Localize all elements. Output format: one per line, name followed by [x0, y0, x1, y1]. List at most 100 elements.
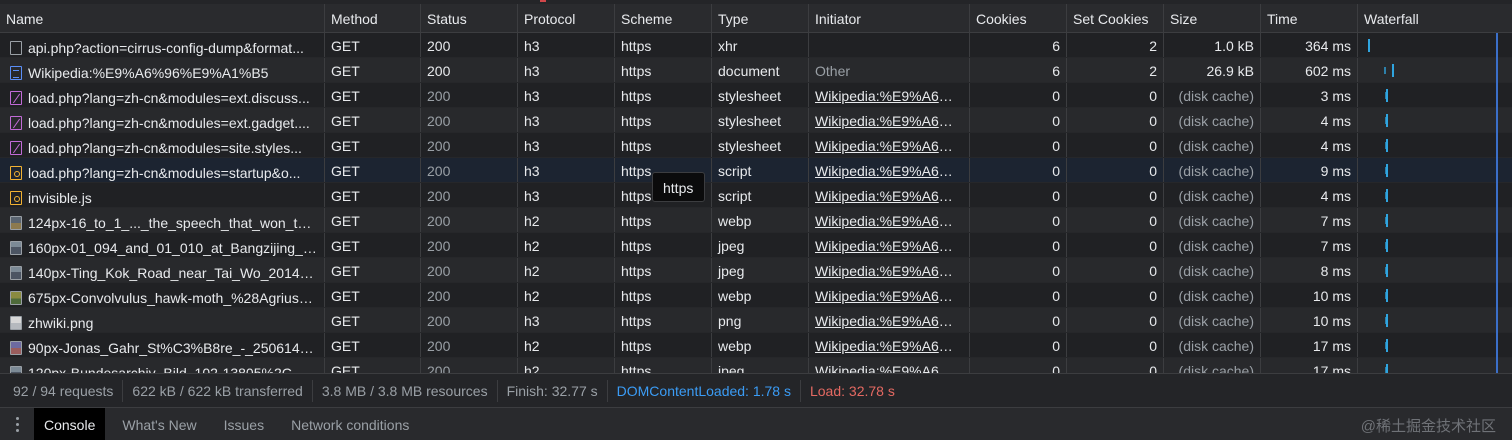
row-scheme: https	[615, 358, 712, 373]
waterfall-scroll-indicator[interactable]	[1496, 33, 1498, 373]
table-row[interactable]: invisible.js GET 200 h3 https script Wikipedia…	[0, 183, 1512, 208]
table-row[interactable]: 90px-Jonas_Gahr_St%C3%B8re_-_25061469...…	[0, 333, 1512, 358]
column-header-set-cookies[interactable]: Set Cookies	[1067, 4, 1164, 32]
row-cookies: 0	[970, 283, 1067, 307]
row-set-cookies: 0	[1067, 133, 1164, 157]
row-method: GET	[325, 233, 421, 257]
row-initiator[interactable]: Wikipedia:%E9%A6%9...	[809, 133, 970, 157]
row-status: 200	[421, 108, 518, 132]
row-status: 200	[421, 258, 518, 282]
row-time: 4 ms	[1261, 183, 1358, 207]
column-header-type[interactable]: Type	[712, 4, 809, 32]
tab-whats-new[interactable]: What's New	[112, 408, 206, 440]
row-type: webp	[712, 283, 809, 307]
column-header-size[interactable]: Size	[1164, 4, 1261, 32]
row-method: GET	[325, 308, 421, 332]
row-name[interactable]: invisible.js	[0, 183, 325, 207]
row-size: (disk cache)	[1164, 133, 1261, 157]
row-status: 200	[421, 333, 518, 357]
row-method: GET	[325, 33, 421, 57]
table-row[interactable]: 140px-Ting_Kok_Road_near_Tai_Wo_201401..…	[0, 258, 1512, 283]
column-header-protocol[interactable]: Protocol	[518, 4, 615, 32]
more-tools-menu-icon[interactable]	[0, 408, 34, 440]
table-row[interactable]: load.php?lang=zh-cn&modules=ext.gadget..…	[0, 108, 1512, 133]
table-row[interactable]: 160px-01_094_and_01_010_at_Bangzijing_%.…	[0, 233, 1512, 258]
row-initiator[interactable]: Wikipedia:%E9%A6%9...	[809, 233, 970, 257]
row-name[interactable]: 124px-16_to_1_..._the_speech_that_won_th…	[0, 208, 325, 232]
row-initiator[interactable]: Wikipedia:%E9%A6%9...	[809, 183, 970, 207]
table-row[interactable]: zhwiki.png GET 200 h3 https png Wikipedia:%E9%…	[0, 308, 1512, 333]
waterfall-download-segment	[1386, 239, 1388, 252]
row-waterfall	[1358, 158, 1510, 182]
table-row[interactable]: load.php?lang=zh-cn&modules=ext.discuss.…	[0, 83, 1512, 108]
row-protocol: h2	[518, 208, 615, 232]
row-initiator[interactable]: Wikipedia:%E9%A6%9...	[809, 158, 970, 182]
row-name[interactable]: 120px-Bundesarchiv_Bild_102-13805%2C_H..…	[0, 358, 325, 373]
row-initiator[interactable]: Wikipedia:%E9%A6%9...	[809, 258, 970, 282]
table-row[interactable]: load.php?lang=zh-cn&modules=site.styles.…	[0, 133, 1512, 158]
row-protocol: h3	[518, 33, 615, 57]
row-size: (disk cache)	[1164, 108, 1261, 132]
row-status: 200	[421, 183, 518, 207]
row-name[interactable]: load.php?lang=zh-cn&modules=ext.discuss.…	[0, 83, 325, 107]
stylesheet-icon	[10, 140, 22, 155]
tab-network-conditions[interactable]: Network conditions	[281, 408, 419, 440]
table-row[interactable]: 675px-Convolvulus_hawk-moth_%28Agrius_..…	[0, 283, 1512, 308]
column-header-waterfall[interactable]: Waterfall	[1358, 4, 1510, 32]
row-name[interactable]: load.php?lang=zh-cn&modules=startup&o...	[0, 158, 325, 182]
row-initiator[interactable]: Wikipedia:%E9%A6%9...	[809, 358, 970, 373]
row-protocol: h3	[518, 83, 615, 107]
row-initiator[interactable]: Wikipedia:%E9%A6%9...	[809, 283, 970, 307]
column-header-scheme[interactable]: Scheme	[615, 4, 712, 32]
row-name[interactable]: load.php?lang=zh-cn&modules=site.styles.…	[0, 133, 325, 157]
row-initiator[interactable]: Wikipedia:%E9%A6%9...	[809, 83, 970, 107]
row-name[interactable]: load.php?lang=zh-cn&modules=ext.gadget..…	[0, 108, 325, 132]
row-protocol: h3	[518, 58, 615, 82]
row-type: script	[712, 183, 809, 207]
row-name[interactable]: zhwiki.png	[0, 308, 325, 332]
row-scheme: https	[615, 133, 712, 157]
row-waterfall	[1358, 133, 1510, 157]
table-row[interactable]: 120px-Bundesarchiv_Bild_102-13805%2C_H..…	[0, 358, 1512, 373]
column-header-status[interactable]: Status	[421, 4, 518, 32]
row-name[interactable]: 160px-01_094_and_01_010_at_Bangzijing_%.…	[0, 233, 325, 257]
row-name[interactable]: 140px-Ting_Kok_Road_near_Tai_Wo_201401..…	[0, 258, 325, 282]
column-header-initiator[interactable]: Initiator	[809, 4, 970, 32]
row-initiator[interactable]: Wikipedia:%E9%A6%9...	[809, 308, 970, 332]
row-protocol: h2	[518, 358, 615, 373]
row-initiator[interactable]: Wikipedia:%E9%A6%9...	[809, 208, 970, 232]
row-waterfall	[1358, 58, 1510, 82]
row-initiator[interactable]: Wikipedia:%E9%A6%9...	[809, 108, 970, 132]
column-header-cookies[interactable]: Cookies	[970, 4, 1067, 32]
row-cookies: 0	[970, 133, 1067, 157]
row-name[interactable]: Wikipedia:%E9%A6%96%E9%A1%B5	[0, 58, 325, 82]
tab-console[interactable]: Console	[34, 408, 106, 440]
row-name[interactable]: api.php?action=cirrus-config-dump&format…	[0, 33, 325, 57]
finish-time: Finish: 32.77 s	[498, 379, 608, 402]
table-row[interactable]: 124px-16_to_1_..._the_speech_that_won_th…	[0, 208, 1512, 233]
row-name[interactable]: 90px-Jonas_Gahr_St%C3%B8re_-_25061469...	[0, 333, 325, 357]
row-cookies: 0	[970, 108, 1067, 132]
row-scheme: https	[615, 308, 712, 332]
row-name[interactable]: 675px-Convolvulus_hawk-moth_%28Agrius_..…	[0, 283, 325, 307]
row-type: stylesheet	[712, 83, 809, 107]
column-header-time[interactable]: Time	[1261, 4, 1358, 32]
row-protocol: h3	[518, 308, 615, 332]
row-initiator	[809, 33, 970, 57]
stylesheet-icon	[10, 115, 22, 130]
row-size: (disk cache)	[1164, 208, 1261, 232]
table-row[interactable]: api.php?action=cirrus-config-dump&format…	[0, 33, 1512, 58]
row-waterfall	[1358, 358, 1510, 373]
row-time: 8 ms	[1261, 258, 1358, 282]
column-header-name[interactable]: Name	[0, 4, 325, 32]
tab-issues[interactable]: Issues	[214, 408, 274, 440]
column-header-method[interactable]: Method	[325, 4, 421, 32]
waterfall-download-segment	[1386, 364, 1388, 373]
row-status: 200	[421, 33, 518, 57]
row-initiator[interactable]: Wikipedia:%E9%A6%9...	[809, 333, 970, 357]
image-icon	[10, 365, 22, 373]
table-row[interactable]: Wikipedia:%E9%A6%96%E9%A1%B5 GET 200 h3 http…	[0, 58, 1512, 83]
table-row[interactable]: load.php?lang=zh-cn&modules=startup&o...…	[0, 158, 1512, 183]
script-icon	[10, 190, 22, 205]
row-waterfall	[1358, 333, 1510, 357]
